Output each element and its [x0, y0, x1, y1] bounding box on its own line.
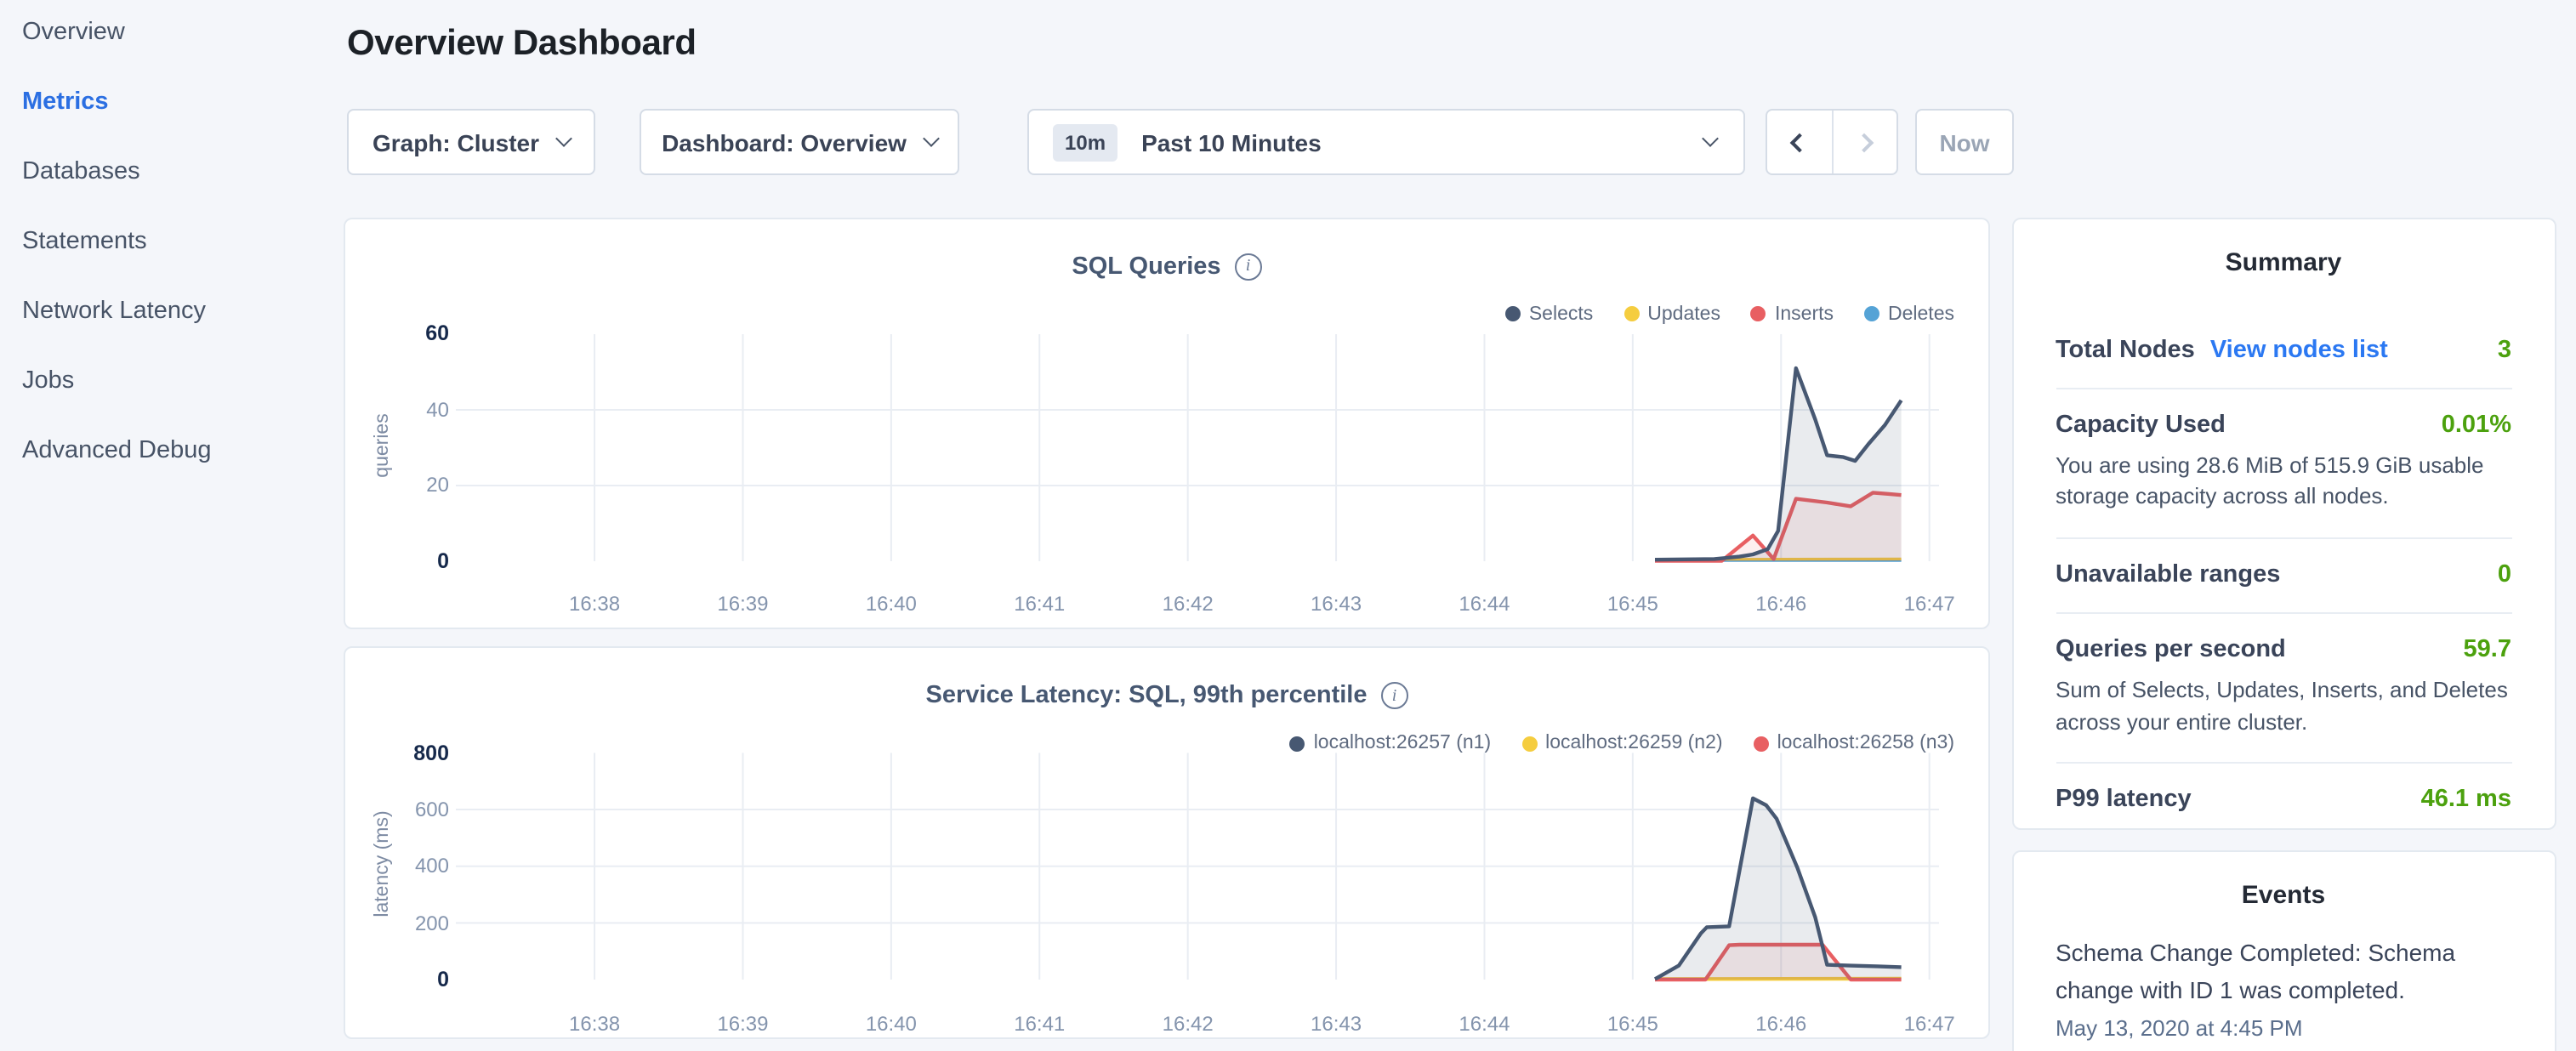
x-axis-tick: 16:38	[543, 591, 645, 615]
summary-row-total-nodes: Total Nodes View nodes list 3	[2056, 314, 2511, 387]
x-axis-tick: 16:45	[1582, 591, 1684, 615]
chevron-left-icon	[1789, 133, 1809, 152]
y-axis-tick: 0	[381, 548, 449, 572]
summary-value: 3	[2498, 336, 2511, 363]
sidebar-item-network-latency[interactable]: Network Latency	[22, 299, 344, 323]
graph-scope-dropdown[interactable]: Graph: Cluster	[347, 109, 595, 175]
x-axis-tick: 16:40	[840, 591, 942, 615]
sql-queries-chart-card: SQL Queries i SelectsUpdatesInsertsDelet…	[344, 217, 1990, 629]
chart-canvas[interactable]	[345, 219, 1992, 631]
sidebar: Overview Metrics Databases Statements Ne…	[0, 0, 344, 1051]
summary-label: Queries per second	[2056, 636, 2286, 663]
graph-scope-label: Graph: Cluster	[372, 128, 539, 156]
summary-value: 59.7	[2464, 636, 2511, 663]
sidebar-item-advanced-debug[interactable]: Advanced Debug	[22, 439, 344, 463]
now-button[interactable]: Now	[1915, 109, 2014, 175]
summary-row-queries-per-second: Queries per second 59.7 Sum of Selects, …	[2056, 612, 2511, 763]
y-axis-tick: 400	[381, 855, 449, 878]
y-axis-tick: 0	[381, 968, 449, 991]
chevron-down-icon	[555, 130, 572, 147]
next-range-button[interactable]	[1831, 111, 1896, 173]
summary-row-p99-latency: P99 latency 46.1 ms	[2056, 763, 2511, 838]
x-axis-tick: 16:45	[1582, 1012, 1684, 1036]
x-axis-tick: 16:41	[988, 591, 1090, 615]
x-axis-tick: 16:40	[840, 1012, 942, 1036]
y-axis-tick: 40	[381, 397, 449, 421]
controls-bar: Graph: Cluster Dashboard: Overview 10m P…	[347, 109, 2218, 175]
summary-label: Unavailable ranges	[2056, 561, 2280, 588]
chevron-right-icon	[1855, 133, 1874, 152]
summary-panel: Summary Total Nodes View nodes list 3 Ca…	[2011, 217, 2556, 829]
summary-value: 0	[2498, 561, 2511, 588]
chevron-down-icon	[923, 130, 940, 147]
x-axis-tick: 16:43	[1285, 1012, 1387, 1036]
x-axis-tick: 16:43	[1285, 591, 1387, 615]
sidebar-item-statements[interactable]: Statements	[22, 230, 344, 253]
summary-label: Capacity Used	[2056, 411, 2226, 438]
x-axis-tick: 16:42	[1137, 1012, 1239, 1036]
prev-range-button[interactable]	[1767, 111, 1831, 173]
chart-canvas[interactable]	[345, 648, 1992, 1041]
time-step-buttons	[1766, 109, 1898, 175]
summary-row-unavailable-ranges: Unavailable ranges 0	[2056, 537, 2511, 612]
summary-description: You are using 28.6 MiB of 515.9 GiB usab…	[2056, 450, 2511, 514]
sidebar-nav: Overview Metrics Databases Statements Ne…	[0, 0, 344, 463]
chevron-down-icon	[1702, 130, 1719, 147]
sidebar-item-overview[interactable]: Overview	[22, 20, 344, 44]
x-axis-tick: 16:42	[1137, 591, 1239, 615]
x-axis-tick: 16:46	[1730, 1012, 1832, 1036]
summary-value: 0.01%	[2442, 411, 2511, 438]
event-text: Schema Change Completed: Schema change w…	[2056, 935, 2511, 1009]
event-list-item[interactable]: Schema Change Completed: Schema change w…	[2056, 935, 2511, 1042]
service-latency-chart-card: Service Latency: SQL, 99th percentile i …	[344, 646, 1990, 1039]
x-axis-tick: 16:44	[1433, 591, 1535, 615]
time-range-label: Past 10 Minutes	[1141, 128, 1322, 156]
y-axis-tick: 200	[381, 911, 449, 935]
x-axis-tick: 16:39	[691, 591, 793, 615]
sidebar-item-metrics[interactable]: Metrics	[22, 90, 344, 114]
time-range-badge: 10m	[1053, 123, 1117, 161]
summary-title: Summary	[2056, 247, 2511, 276]
y-axis-tick: 800	[381, 741, 449, 764]
summary-label: P99 latency	[2056, 787, 2192, 814]
summary-value: 46.1 ms	[2421, 787, 2511, 814]
y-axis-tick: 20	[381, 473, 449, 497]
summary-label: Total Nodes	[2056, 336, 2195, 363]
x-axis-tick: 16:44	[1433, 1012, 1535, 1036]
sidebar-item-jobs[interactable]: Jobs	[22, 369, 344, 393]
time-range-dropdown[interactable]: 10m Past 10 Minutes	[1027, 109, 1745, 175]
summary-description: Sum of Selects, Updates, Inserts, and De…	[2056, 675, 2511, 739]
x-axis-tick: 16:46	[1730, 591, 1832, 615]
x-axis-tick: 16:39	[691, 1012, 793, 1036]
x-axis-tick: 16:41	[988, 1012, 1090, 1036]
page-title: Overview Dashboard	[347, 24, 697, 65]
events-title: Events	[2056, 881, 2511, 910]
dashboard-label: Dashboard: Overview	[662, 128, 907, 156]
x-axis-tick: 16:47	[1879, 1012, 1981, 1036]
events-panel: Events Schema Change Completed: Schema c…	[2011, 850, 2556, 1051]
summary-row-capacity-used: Capacity Used 0.01% You are using 28.6 M…	[2056, 387, 2511, 537]
dashboard-dropdown[interactable]: Dashboard: Overview	[640, 109, 959, 175]
y-axis-tick: 600	[381, 798, 449, 821]
overview-dashboard-page: Overview Metrics Databases Statements Ne…	[0, 0, 2576, 1051]
sidebar-item-databases[interactable]: Databases	[22, 160, 344, 184]
view-nodes-list-link[interactable]: View nodes list	[2210, 336, 2388, 363]
x-axis-tick: 16:47	[1879, 591, 1981, 615]
y-axis-tick: 60	[381, 321, 449, 345]
x-axis-tick: 16:38	[543, 1012, 645, 1036]
event-timestamp: May 13, 2020 at 4:45 PM	[2056, 1016, 2511, 1042]
